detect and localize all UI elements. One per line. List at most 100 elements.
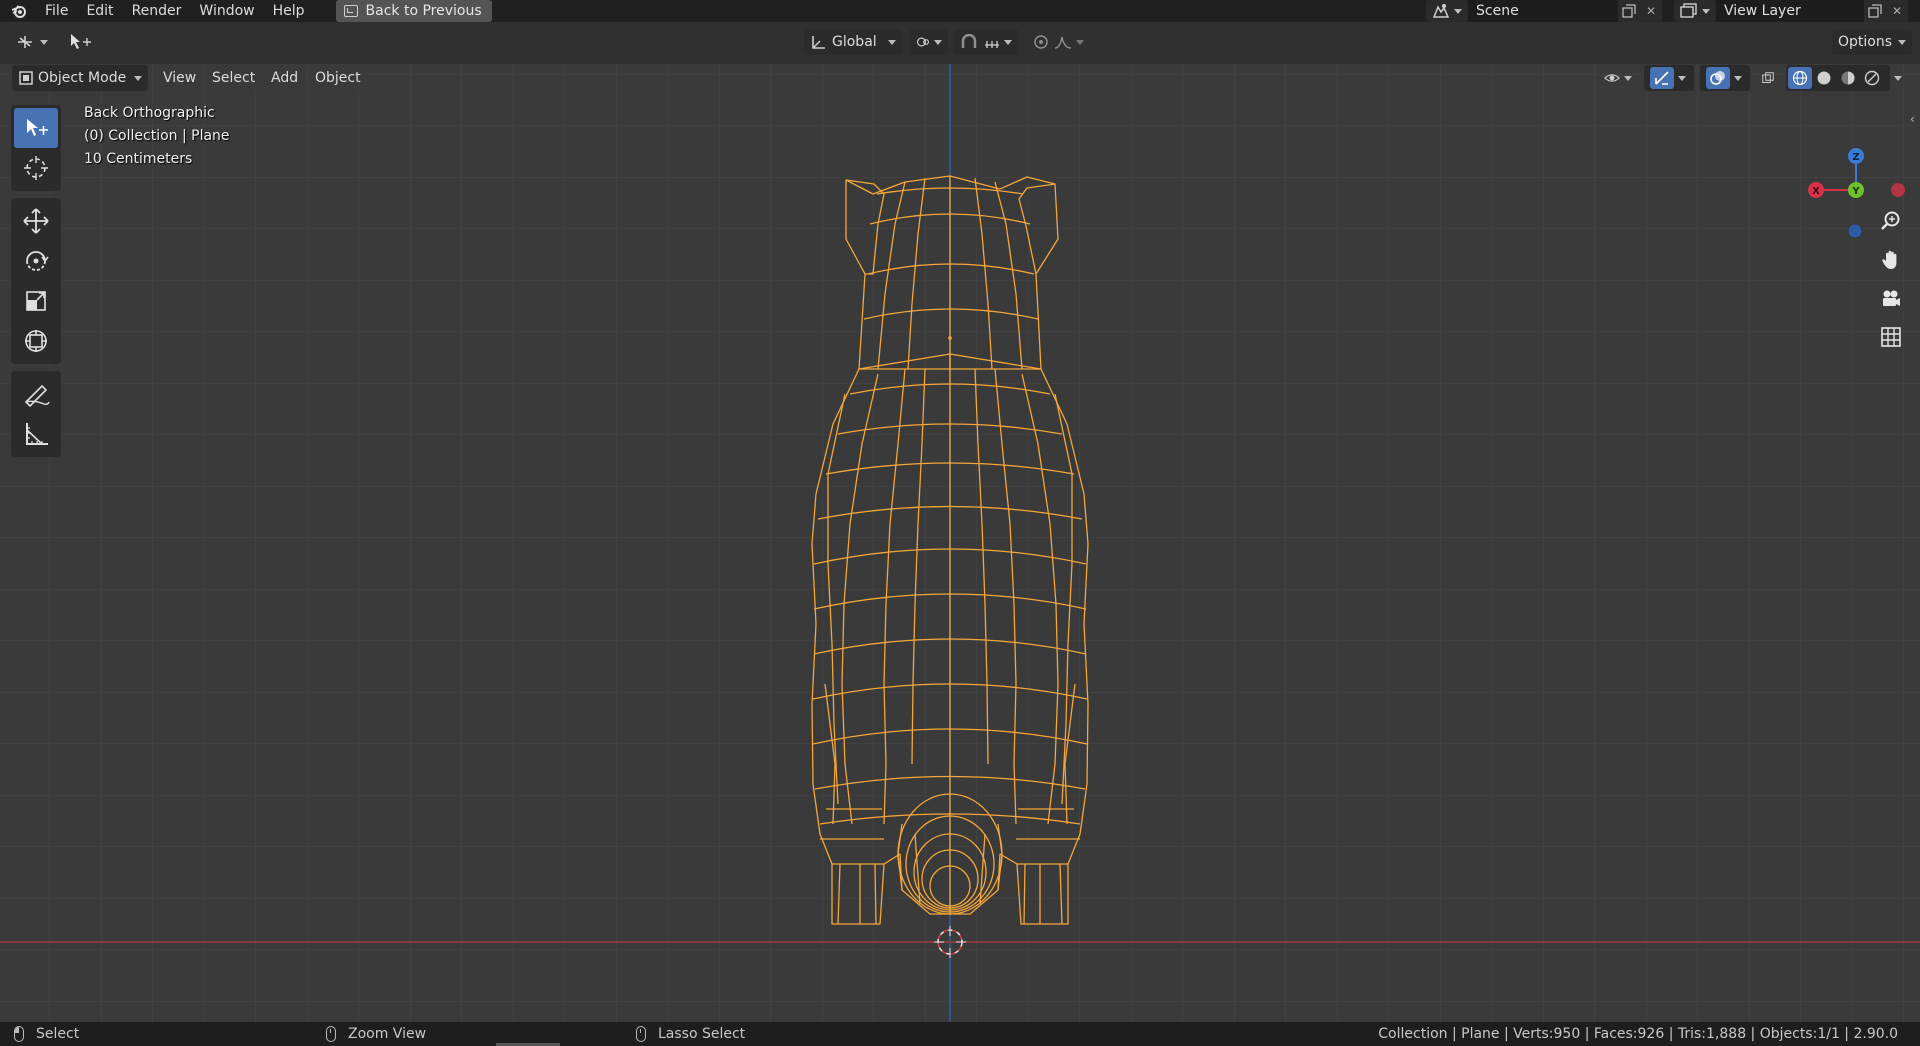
wireframe-shading-icon[interactable] xyxy=(1788,67,1812,89)
scene-name-field[interactable]: Scene xyxy=(1468,0,1618,22)
object-mode-icon xyxy=(19,71,33,85)
chevron-down-icon xyxy=(134,75,142,81)
scene-new-button[interactable] xyxy=(1618,0,1640,22)
transform-icon xyxy=(25,330,47,352)
chevron-down-icon xyxy=(1898,39,1906,45)
neg-z-handle-icon[interactable] xyxy=(1848,224,1862,238)
shading-options-dropdown[interactable] xyxy=(1890,65,1910,91)
navigation-gizmo[interactable]: Z X Y xyxy=(1800,100,1920,220)
chevron-down-icon xyxy=(888,39,896,45)
menu-select[interactable]: Select xyxy=(205,65,263,91)
options-dropdown[interactable]: Options xyxy=(1832,29,1912,55)
viewport-info-overlay: Back Orthographic (0) Collection | Plane… xyxy=(84,102,230,171)
pivot-point-dropdown[interactable] xyxy=(910,29,948,55)
tool-settings-button[interactable] xyxy=(62,29,98,55)
chevron-down-icon xyxy=(40,39,48,45)
gizmo-icon xyxy=(1650,67,1674,89)
chevron-down-icon xyxy=(1076,39,1084,45)
transform-orientation-label: Global xyxy=(832,34,877,50)
menu-add[interactable]: Add xyxy=(264,65,306,91)
gizmo-toggle[interactable] xyxy=(1644,65,1694,91)
chevron-down-icon xyxy=(1678,75,1686,81)
overlays-toggle[interactable] xyxy=(1700,65,1750,91)
move-tool[interactable] xyxy=(14,201,58,241)
mode-label: Object Mode xyxy=(38,70,127,86)
scene-statistics: Collection | Plane | Verts:950 | Faces:9… xyxy=(1378,1026,1898,1042)
zoom-button[interactable] xyxy=(1876,206,1906,236)
transform-orientation-dropdown[interactable]: Global xyxy=(804,29,902,55)
back-icon xyxy=(343,5,358,17)
tool-shelf xyxy=(11,105,61,464)
snap-toggle-group[interactable] xyxy=(954,29,1018,55)
view-layer-delete-button[interactable]: ✕ xyxy=(1886,0,1908,22)
camera-view-button[interactable] xyxy=(1876,284,1906,314)
chevron-down-icon xyxy=(1702,8,1710,14)
status-bar: Select Zoom View Lasso Select Collection… xyxy=(0,1022,1920,1046)
status-select-text: Select xyxy=(36,1026,80,1042)
selection-tools-group xyxy=(11,105,61,191)
cursor-tool[interactable] xyxy=(14,148,58,188)
shading-mode-group[interactable] xyxy=(1786,65,1890,91)
falloff-curve-icon xyxy=(1054,36,1072,49)
select-box-tool[interactable] xyxy=(14,108,58,148)
status-left-mouse: Select xyxy=(14,1022,79,1046)
pan-button[interactable] xyxy=(1876,245,1906,275)
select-box-icon xyxy=(27,119,48,136)
scene-delete-button[interactable]: ✕ xyxy=(1640,0,1662,22)
scale-tool[interactable] xyxy=(14,281,58,321)
duplicate-icon xyxy=(1868,4,1882,18)
proportional-edit-icon xyxy=(1034,35,1048,49)
menu-window[interactable]: Window xyxy=(190,0,263,22)
menu-help[interactable]: Help xyxy=(264,0,314,22)
menu-render[interactable]: Render xyxy=(123,0,191,22)
xray-icon xyxy=(1762,72,1774,83)
options-label: Options xyxy=(1838,34,1893,50)
proportional-editing-group[interactable] xyxy=(1026,29,1090,55)
status-zoom-text: Zoom View xyxy=(348,1026,427,1042)
editor-type-button[interactable] xyxy=(10,29,54,55)
menu-edit[interactable]: Edit xyxy=(77,0,122,22)
annotate-tool[interactable] xyxy=(14,374,58,414)
rendered-shading-icon[interactable] xyxy=(1860,67,1884,89)
duplicate-icon xyxy=(1622,4,1636,18)
chevron-down-icon xyxy=(1624,75,1632,81)
view-layer-name-field[interactable]: View Layer xyxy=(1716,0,1864,22)
view-layer-browse-button[interactable] xyxy=(1674,0,1716,22)
grid-scale-text: 10 Centimeters xyxy=(84,151,193,167)
scene-browse-button[interactable] xyxy=(1426,0,1468,22)
annotate-icon xyxy=(24,384,50,408)
status-middle-mouse: Zoom View xyxy=(326,1022,426,1046)
status-right-mouse: Lasso Select xyxy=(636,1022,745,1046)
menu-file[interactable]: File xyxy=(36,0,77,22)
pan-hand-icon xyxy=(1882,250,1897,269)
scale-icon xyxy=(26,291,46,311)
view-layer-selector: View Layer ✕ xyxy=(1674,0,1908,22)
toggle-perspective-button[interactable] xyxy=(1876,322,1906,352)
menu-view[interactable]: View xyxy=(156,65,204,91)
xray-toggle[interactable] xyxy=(1756,65,1780,91)
transform-tool[interactable] xyxy=(14,321,58,361)
rotate-icon xyxy=(26,251,49,271)
3d-viewport[interactable]: Z X Y xyxy=(0,64,1920,1022)
view-layer-new-button[interactable] xyxy=(1864,0,1886,22)
sidebar-toggle-icon[interactable]: ‹ xyxy=(1910,112,1915,126)
blender-logo-icon[interactable] xyxy=(8,0,30,22)
view-name-text: Back Orthographic xyxy=(84,105,215,121)
view-layer-icon xyxy=(1680,3,1697,18)
svg-text:Y: Y xyxy=(1851,186,1860,197)
menu-object[interactable]: Object xyxy=(308,65,368,91)
top-menu-bar: File Edit Render Window Help Back to Pre… xyxy=(0,0,1920,22)
chevron-down-icon xyxy=(1734,75,1742,81)
back-to-previous-label: Back to Previous xyxy=(365,3,482,19)
chevron-down-icon xyxy=(934,39,942,45)
svg-text:Z: Z xyxy=(1852,152,1859,163)
snap-magnet-icon xyxy=(961,34,977,48)
measure-tool[interactable] xyxy=(14,414,58,454)
rotate-tool[interactable] xyxy=(14,241,58,281)
solid-shading-icon[interactable] xyxy=(1812,67,1836,89)
back-to-previous-button[interactable]: Back to Previous xyxy=(335,0,492,22)
visibility-dropdown[interactable] xyxy=(1598,65,1638,91)
close-icon: ✕ xyxy=(1645,4,1657,18)
material-shading-icon[interactable] xyxy=(1836,67,1860,89)
mode-dropdown[interactable]: Object Mode xyxy=(12,65,148,91)
